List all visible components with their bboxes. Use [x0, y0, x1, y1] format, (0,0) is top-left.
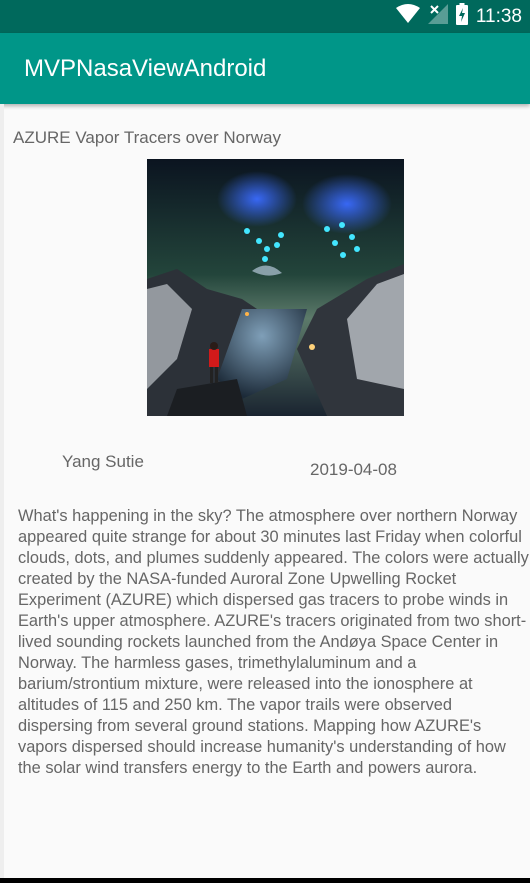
app-bar: MVPNasaViewAndroid	[0, 33, 530, 104]
apod-author: Yang Sutie	[62, 452, 144, 471]
apod-date: 2019-04-08	[310, 460, 397, 479]
signal-off-icon	[427, 4, 448, 29]
wifi-icon	[395, 4, 420, 29]
left-edge-divider	[0, 104, 4, 878]
apod-image[interactable]	[147, 159, 404, 416]
battery-charging-icon	[455, 3, 468, 30]
status-time: 11:38	[475, 5, 522, 27]
apod-title: AZURE Vapor Tracers over Norway	[13, 128, 281, 147]
status-icons: 11:38	[395, 0, 522, 33]
status-bar: 11:38	[0, 0, 530, 33]
apod-explanation: What's happening in the sky? The atmosph…	[18, 507, 529, 777]
app-title: MVPNasaViewAndroid	[24, 55, 267, 82]
navigation-bar-edge	[0, 878, 530, 883]
